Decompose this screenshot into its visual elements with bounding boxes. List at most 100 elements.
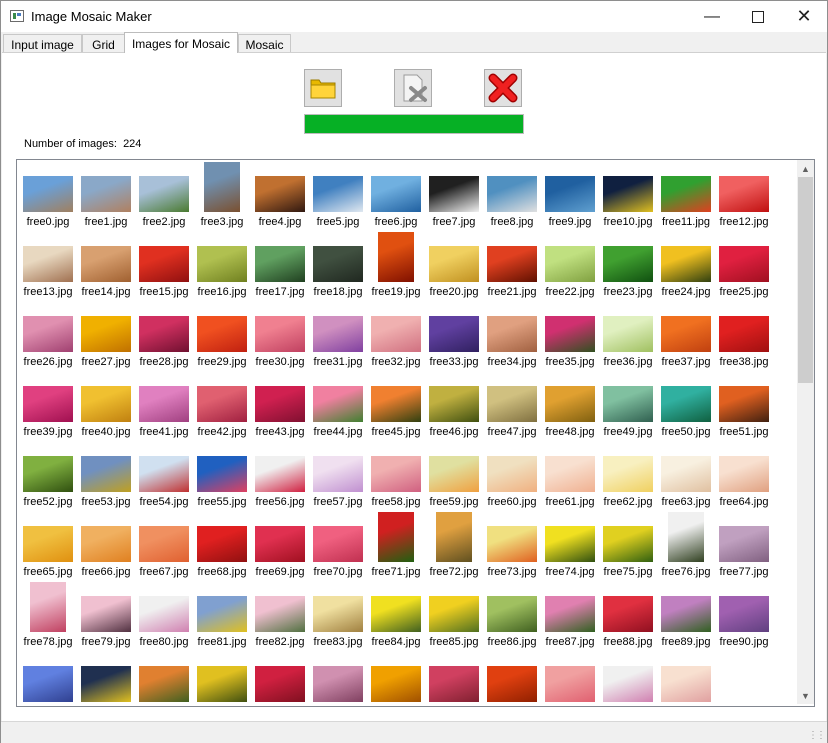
thumbnail-item[interactable]: free60.jpg [483, 440, 541, 510]
thumbnail-item[interactable]: free80.jpg [135, 580, 193, 650]
thumbnail-item[interactable]: free49.jpg [599, 370, 657, 440]
thumbnail-item[interactable]: free90.jpg [715, 580, 773, 650]
thumbnail-item[interactable]: free50.jpg [657, 370, 715, 440]
thumbnail-item[interactable]: free44.jpg [309, 370, 367, 440]
thumbnail-item[interactable]: free71.jpg [367, 510, 425, 580]
thumbnail-item[interactable]: free14.jpg [77, 230, 135, 300]
maximize-button[interactable] [735, 1, 781, 32]
thumbnail-item[interactable]: free73.jpg [483, 510, 541, 580]
thumbnail-item[interactable]: free37.jpg [657, 300, 715, 370]
thumbnail-item[interactable]: free7.jpg [425, 160, 483, 230]
thumbnail-item[interactable] [19, 650, 77, 706]
thumbnail-item[interactable]: free8.jpg [483, 160, 541, 230]
thumbnail-item[interactable] [367, 650, 425, 706]
remove-image-button[interactable] [484, 69, 522, 107]
thumbnail-item[interactable]: free64.jpg [715, 440, 773, 510]
thumbnail-item[interactable]: free85.jpg [425, 580, 483, 650]
thumbnail-item[interactable]: free39.jpg [19, 370, 77, 440]
thumbnail-item[interactable]: free55.jpg [193, 440, 251, 510]
thumbnail-item[interactable]: free34.jpg [483, 300, 541, 370]
thumbnail-item[interactable]: free22.jpg [541, 230, 599, 300]
open-folder-button[interactable] [304, 69, 342, 107]
thumbnail-item[interactable]: free77.jpg [715, 510, 773, 580]
thumbnail-item[interactable]: free83.jpg [309, 580, 367, 650]
thumbnail-item[interactable] [193, 650, 251, 706]
scroll-down-icon[interactable]: ▼ [797, 687, 814, 704]
thumbnail-item[interactable]: free24.jpg [657, 230, 715, 300]
thumbnail-item[interactable]: free51.jpg [715, 370, 773, 440]
thumbnail-item[interactable]: free31.jpg [309, 300, 367, 370]
thumbnail-item[interactable]: free25.jpg [715, 230, 773, 300]
scrollbar-thumb[interactable] [798, 177, 813, 383]
thumbnail-item[interactable]: free11.jpg [657, 160, 715, 230]
thumbnail-item[interactable]: free61.jpg [541, 440, 599, 510]
thumbnail-item[interactable]: free32.jpg [367, 300, 425, 370]
thumbnail-item[interactable]: free59.jpg [425, 440, 483, 510]
minimize-button[interactable]: — [689, 1, 735, 32]
thumbnail-item[interactable] [541, 650, 599, 706]
thumbnail-item[interactable]: free68.jpg [193, 510, 251, 580]
thumbnail-item[interactable]: free13.jpg [19, 230, 77, 300]
thumbnail-item[interactable]: free82.jpg [251, 580, 309, 650]
thumbnail-item[interactable]: free76.jpg [657, 510, 715, 580]
thumbnail-item[interactable]: free29.jpg [193, 300, 251, 370]
thumbnail-item[interactable]: free17.jpg [251, 230, 309, 300]
thumbnail-item[interactable]: free67.jpg [135, 510, 193, 580]
thumbnail-item[interactable]: free43.jpg [251, 370, 309, 440]
thumbnail-item[interactable]: free19.jpg [367, 230, 425, 300]
thumbnail-item[interactable] [309, 650, 367, 706]
thumbnail-item[interactable]: free40.jpg [77, 370, 135, 440]
thumbnail-item[interactable]: free3.jpg [193, 160, 251, 230]
scroll-up-icon[interactable]: ▲ [797, 160, 814, 177]
thumbnail-item[interactable]: free70.jpg [309, 510, 367, 580]
thumbnail-item[interactable]: free18.jpg [309, 230, 367, 300]
thumbnail-item[interactable]: free16.jpg [193, 230, 251, 300]
thumbnail-item[interactable]: free36.jpg [599, 300, 657, 370]
thumbnail-item[interactable]: free86.jpg [483, 580, 541, 650]
thumbnail-item[interactable]: free28.jpg [135, 300, 193, 370]
thumbnail-item[interactable]: free89.jpg [657, 580, 715, 650]
thumbnail-item[interactable]: free33.jpg [425, 300, 483, 370]
thumbnail-item[interactable] [251, 650, 309, 706]
thumbnail-item[interactable]: free81.jpg [193, 580, 251, 650]
thumbnail-item[interactable]: free15.jpg [135, 230, 193, 300]
thumbnail-item[interactable]: free46.jpg [425, 370, 483, 440]
tab-grid[interactable]: Grid [82, 34, 125, 52]
thumbnail-item[interactable]: free0.jpg [19, 160, 77, 230]
thumbnail-item[interactable]: free45.jpg [367, 370, 425, 440]
thumbnail-item[interactable]: free38.jpg [715, 300, 773, 370]
thumbnail-list[interactable]: free0.jpg free1.jpg free2.jpg free3.jpg free… [16, 159, 815, 707]
thumbnail-item[interactable]: free35.jpg [541, 300, 599, 370]
thumbnail-item[interactable] [599, 650, 657, 706]
thumbnail-item[interactable]: free2.jpg [135, 160, 193, 230]
thumbnail-item[interactable]: free62.jpg [599, 440, 657, 510]
thumbnail-item[interactable]: free9.jpg [541, 160, 599, 230]
thumbnail-item[interactable]: free88.jpg [599, 580, 657, 650]
close-button[interactable]: ✕ [781, 1, 827, 32]
thumbnail-item[interactable]: free26.jpg [19, 300, 77, 370]
thumbnail-item[interactable]: free1.jpg [77, 160, 135, 230]
thumbnail-item[interactable]: free84.jpg [367, 580, 425, 650]
vertical-scrollbar[interactable]: ▲ ▼ [797, 160, 814, 704]
tab-mosaic[interactable]: Mosaic [238, 34, 291, 52]
thumbnail-item[interactable]: free27.jpg [77, 300, 135, 370]
thumbnail-item[interactable]: free41.jpg [135, 370, 193, 440]
thumbnail-item[interactable]: free66.jpg [77, 510, 135, 580]
thumbnail-item[interactable]: free56.jpg [251, 440, 309, 510]
thumbnail-item[interactable]: free10.jpg [599, 160, 657, 230]
thumbnail-item[interactable]: free58.jpg [367, 440, 425, 510]
thumbnail-item[interactable]: free65.jpg [19, 510, 77, 580]
thumbnail-item[interactable]: free12.jpg [715, 160, 773, 230]
thumbnail-item[interactable]: free5.jpg [309, 160, 367, 230]
thumbnail-item[interactable]: free6.jpg [367, 160, 425, 230]
thumbnail-item[interactable]: free48.jpg [541, 370, 599, 440]
thumbnail-item[interactable]: free47.jpg [483, 370, 541, 440]
thumbnail-item[interactable]: free75.jpg [599, 510, 657, 580]
resize-grip-icon[interactable]: ⋮⋮ [808, 730, 826, 741]
thumbnail-item[interactable]: free23.jpg [599, 230, 657, 300]
thumbnail-item[interactable]: free4.jpg [251, 160, 309, 230]
thumbnail-item[interactable] [135, 650, 193, 706]
thumbnail-item[interactable]: free54.jpg [135, 440, 193, 510]
thumbnail-item[interactable]: free21.jpg [483, 230, 541, 300]
thumbnail-item[interactable]: free30.jpg [251, 300, 309, 370]
